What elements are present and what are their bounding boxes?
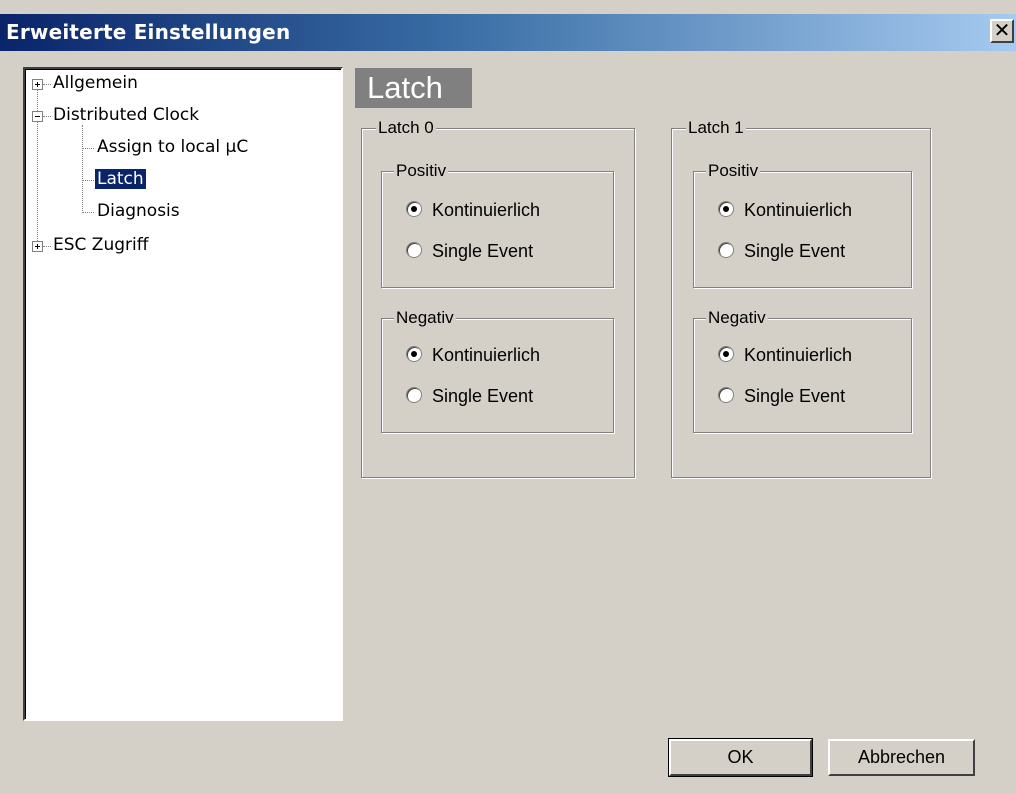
latch0-group: Latch 0 Positiv Kontinuierlich Single Ev… bbox=[361, 118, 635, 478]
close-icon: ✕ bbox=[993, 18, 1011, 42]
tree-connector bbox=[82, 180, 94, 181]
latch1-positive-label: Positiv bbox=[706, 161, 761, 181]
latch0-negative-group: Negativ Kontinuierlich Single Event bbox=[381, 308, 614, 433]
tree-connector bbox=[37, 86, 38, 245]
radio-label: Kontinuierlich bbox=[744, 345, 853, 365]
radio-label: Single Event bbox=[432, 386, 534, 406]
radio-unchecked-icon bbox=[718, 387, 734, 403]
latch1-negative-group: Negativ Kontinuierlich Single Event bbox=[693, 308, 912, 433]
latch0-positive-group: Positiv Kontinuierlich Single Event bbox=[381, 161, 614, 288]
radio-unchecked-icon bbox=[718, 242, 734, 258]
radio-unchecked-icon bbox=[406, 387, 422, 403]
latch1-negative-single-event-radio[interactable]: Single Event bbox=[718, 386, 845, 407]
tree-item-assign-to-local-uc[interactable]: Assign to local µC bbox=[97, 137, 248, 157]
latch1-negative-label: Negativ bbox=[706, 308, 768, 328]
tree-connector bbox=[82, 125, 83, 213]
window-title: Erweiterte Einstellungen bbox=[6, 20, 291, 44]
latch0-positive-label: Positiv bbox=[394, 161, 449, 181]
tree-item-latch[interactable]: Latch bbox=[94, 168, 147, 190]
radio-checked-icon bbox=[718, 346, 734, 362]
latch1-positive-kontinuierlich-radio[interactable]: Kontinuierlich bbox=[718, 200, 852, 221]
latch1-negative-kontinuierlich-radio[interactable]: Kontinuierlich bbox=[718, 345, 852, 366]
tree-connector bbox=[43, 116, 51, 117]
panel-header: Latch bbox=[355, 68, 472, 108]
tree-item-diagnosis[interactable]: Diagnosis bbox=[97, 201, 180, 221]
title-bar: Erweiterte Einstellungen ✕ bbox=[0, 14, 1016, 51]
latch1-positive-single-event-radio[interactable]: Single Event bbox=[718, 241, 845, 262]
tree-connector bbox=[43, 84, 51, 85]
latch1-group: Latch 1 Positiv Kontinuierlich Single Ev… bbox=[671, 118, 931, 478]
close-button[interactable]: ✕ bbox=[990, 19, 1014, 43]
tree-connector bbox=[82, 212, 94, 213]
settings-tree[interactable]: Allgemein Distributed Clock Assign to lo… bbox=[23, 67, 343, 721]
radio-checked-icon bbox=[718, 201, 734, 217]
radio-label: Single Event bbox=[432, 241, 534, 261]
latch0-negative-label: Negativ bbox=[394, 308, 456, 328]
latch0-positive-kontinuierlich-radio[interactable]: Kontinuierlich bbox=[406, 200, 540, 221]
tree-item-esc-zugriff[interactable]: ESC Zugriff bbox=[53, 235, 148, 255]
radio-label: Kontinuierlich bbox=[432, 345, 541, 365]
latch0-label: Latch 0 bbox=[376, 118, 436, 138]
radio-label: Single Event bbox=[744, 241, 846, 261]
radio-checked-icon bbox=[406, 346, 422, 362]
tree-connector bbox=[43, 246, 51, 247]
radio-unchecked-icon bbox=[406, 242, 422, 258]
radio-checked-icon bbox=[406, 201, 422, 217]
expand-icon[interactable] bbox=[32, 79, 43, 90]
cancel-button[interactable]: Abbrechen bbox=[828, 739, 975, 776]
tree-item-allgemein[interactable]: Allgemein bbox=[53, 73, 138, 93]
collapse-icon[interactable] bbox=[32, 111, 43, 122]
latch0-negative-kontinuierlich-radio[interactable]: Kontinuierlich bbox=[406, 345, 540, 366]
tree-item-distributed-clock[interactable]: Distributed Clock bbox=[53, 105, 199, 125]
expand-icon[interactable] bbox=[32, 241, 43, 252]
radio-label: Kontinuierlich bbox=[432, 200, 541, 220]
latch0-negative-single-event-radio[interactable]: Single Event bbox=[406, 386, 533, 407]
radio-label: Kontinuierlich bbox=[744, 200, 853, 220]
radio-label: Single Event bbox=[744, 386, 846, 406]
tree-connector bbox=[82, 148, 94, 149]
latch0-positive-single-event-radio[interactable]: Single Event bbox=[406, 241, 533, 262]
ok-button[interactable]: OK bbox=[668, 738, 813, 777]
latch1-positive-group: Positiv Kontinuierlich Single Event bbox=[693, 161, 912, 288]
latch1-label: Latch 1 bbox=[686, 118, 746, 138]
